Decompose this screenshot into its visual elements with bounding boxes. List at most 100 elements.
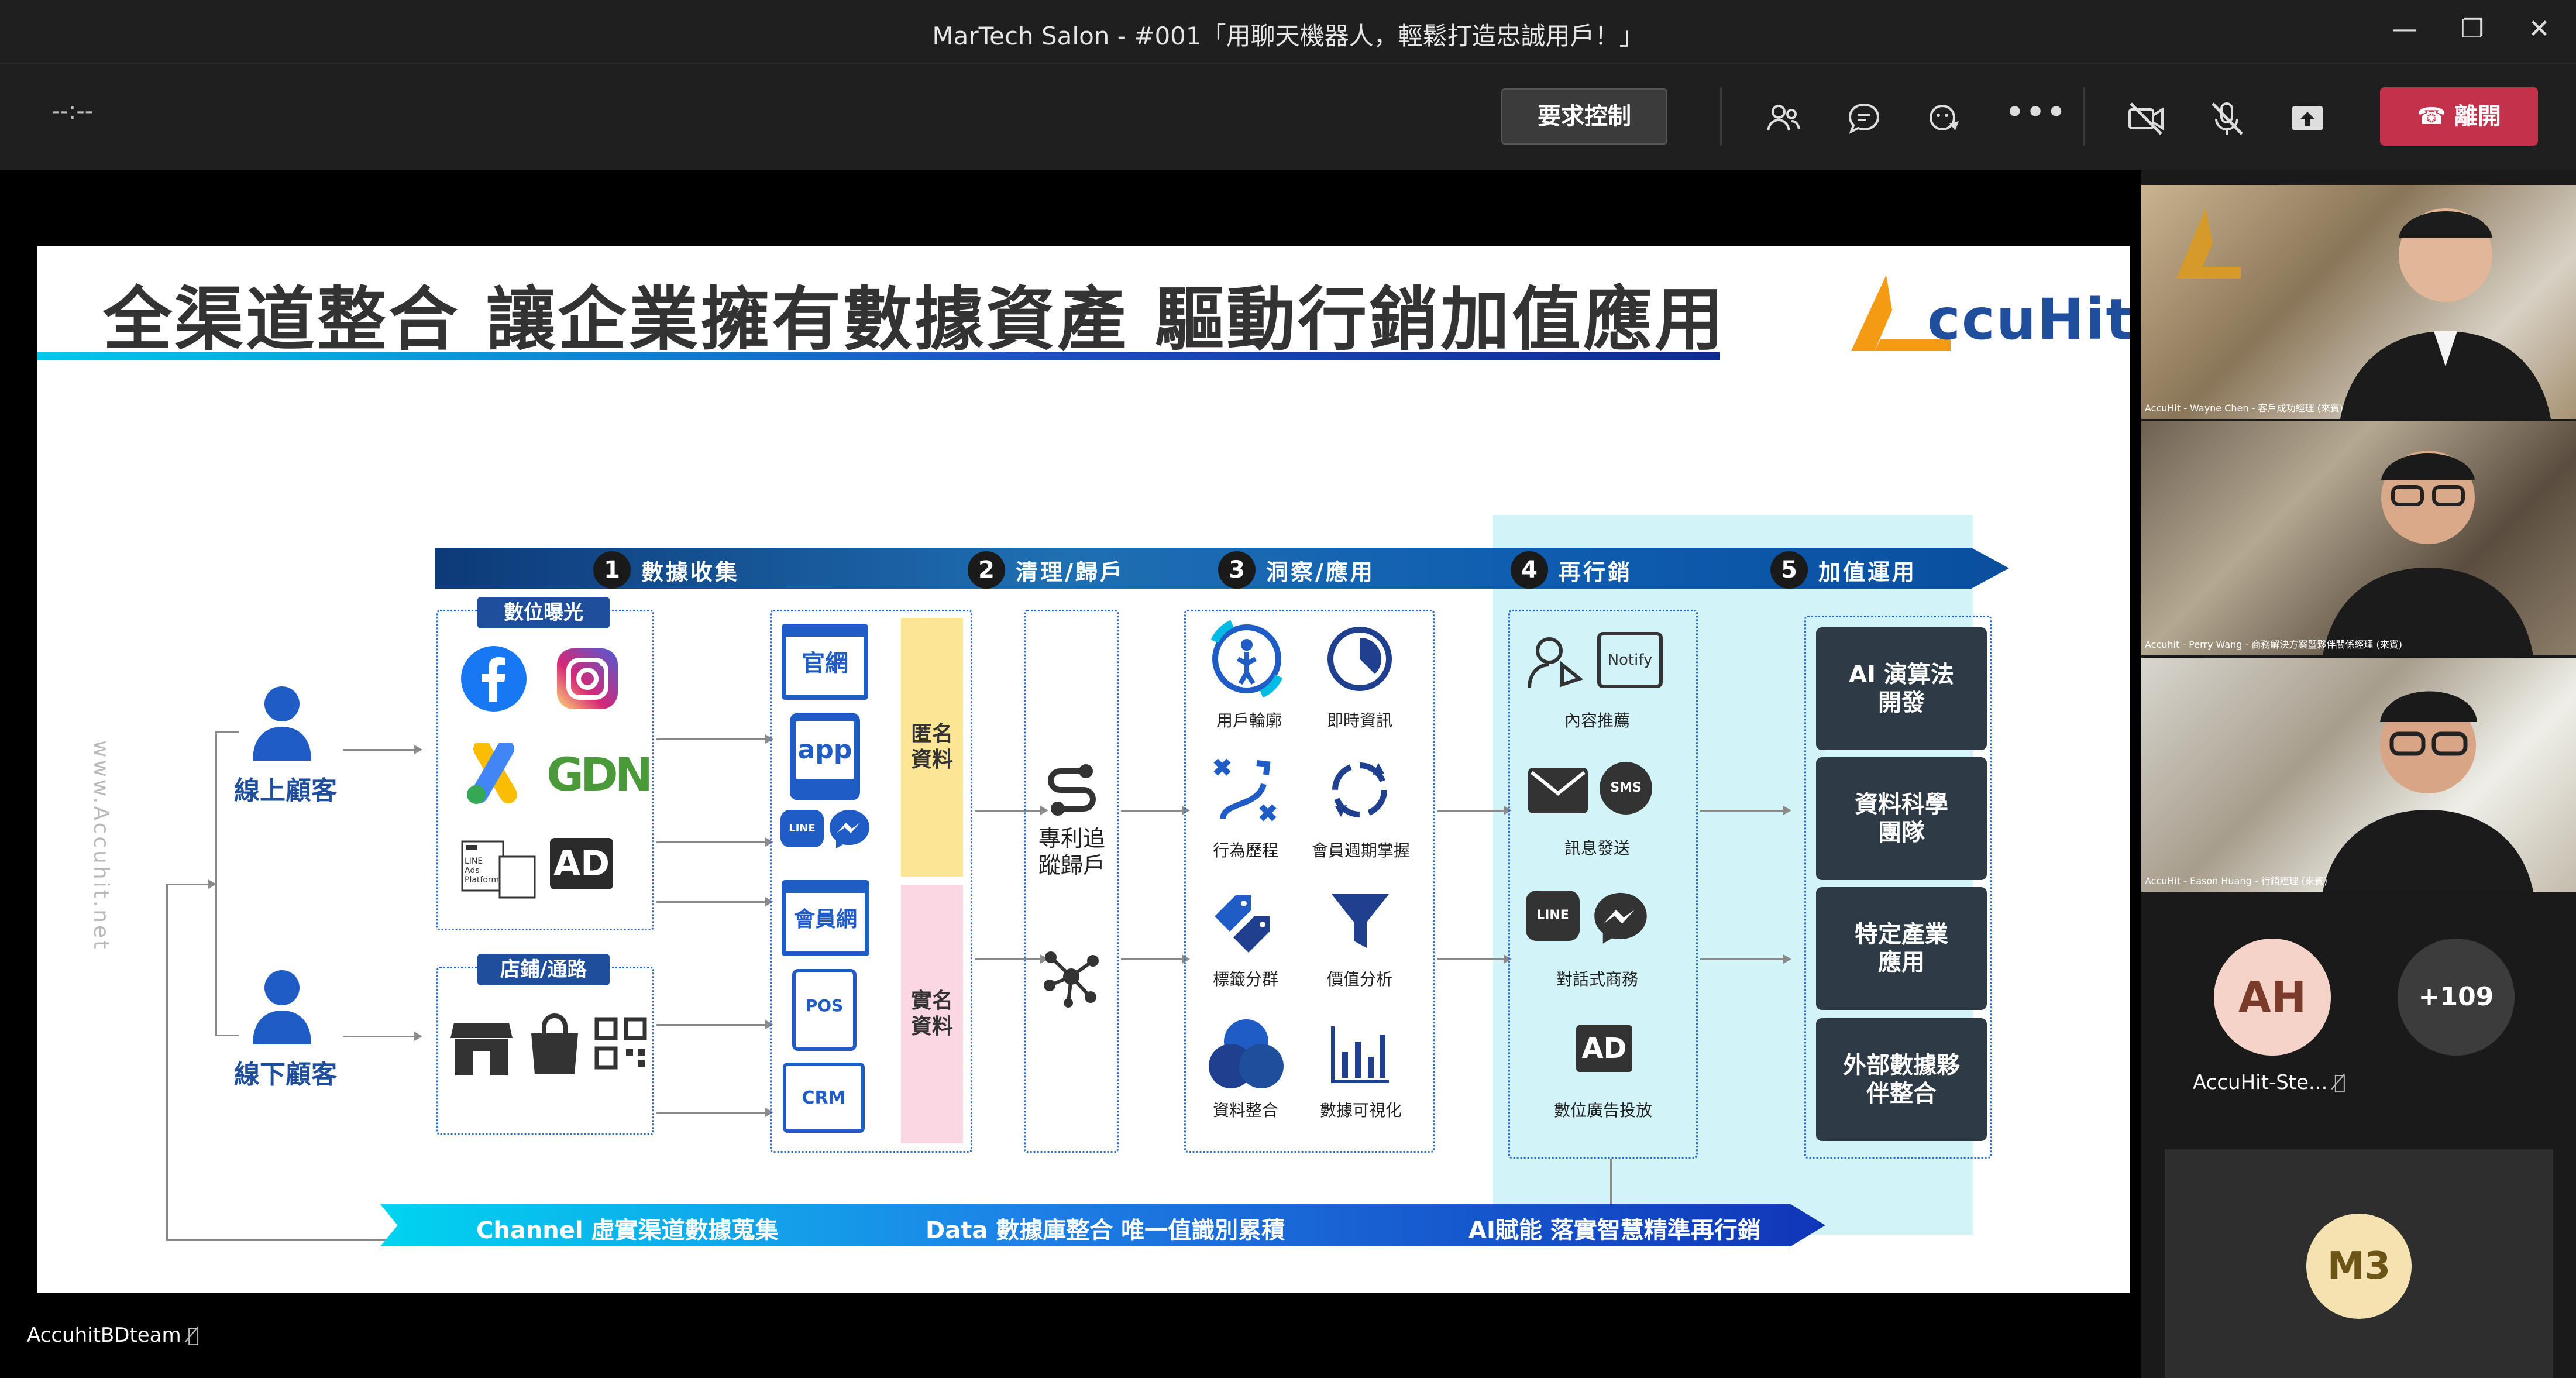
more-icon[interactable]: •••	[2004, 95, 2066, 140]
teams-meeting-window: { "window": { "title": "MarTech Salon - …	[0, 0, 2576, 1378]
messenger-icon	[830, 810, 869, 848]
value-added-item: AI 演算法 開發	[1816, 627, 1987, 750]
toolbar-divider	[1720, 87, 1722, 146]
participant-video[interactable]: Accuhit - Perry Wang - 商務解決方案暨夥伴關係經理 (來賓…	[2141, 421, 2576, 655]
meeting-timer: --:--	[51, 98, 94, 125]
remarketing-label: 對話式商務	[1556, 970, 1638, 989]
merge-icon	[1209, 1019, 1284, 1088]
step-2: 2 清理/歸戶	[968, 551, 1124, 589]
instagram-icon	[557, 648, 618, 709]
more-participants-button[interactable]: +109	[2398, 939, 2515, 1056]
step-5: 5 加值運用	[1770, 551, 1917, 589]
line-ads-text: LINE Ads Platform	[465, 857, 500, 885]
step-number: 3	[1218, 551, 1256, 589]
bar-chart-icon	[1331, 1026, 1389, 1083]
step-label: 加值運用	[1818, 559, 1917, 585]
pos-icon: POS	[792, 969, 857, 1051]
title-underline	[37, 352, 1720, 360]
anonymous-data-label: 匿名資料	[910, 722, 953, 772]
facebook-icon	[461, 646, 527, 712]
logo-text: ccuHit	[1927, 287, 2130, 352]
user-profile-icon	[1210, 620, 1283, 698]
mic-off-icon: 🎙̸	[187, 1324, 200, 1347]
google-ads-icon	[467, 743, 517, 804]
funnel-icon	[1332, 894, 1389, 948]
bottom-data-text: Data 數據庫整合 唯一值識別累積	[926, 1217, 1285, 1244]
insight-label: 標籤分群	[1212, 970, 1278, 989]
participant-caption: AccuHit - Wayne Chen - 客戶成功經理 (來賓)	[2145, 403, 2344, 414]
bottom-channel-text: Channel 虛實渠道數據蒐集	[476, 1217, 779, 1244]
participant-video[interactable]: AccuHit - Eason Huang - 行銷經理 (來賓)	[2141, 658, 2576, 892]
share-icon[interactable]	[2286, 98, 2329, 140]
value-added-item: 特定產業 應用	[1816, 887, 1987, 1010]
insight-label: 數據可視化	[1319, 1101, 1402, 1120]
meeting-toolbar: --:-- 要求控制 ••• ☎ 離開	[0, 63, 2576, 168]
website-icon: 官網	[782, 624, 868, 700]
online-customer-label: 線上顧客	[234, 776, 337, 806]
leave-button[interactable]: ☎ 離開	[2380, 87, 2538, 146]
step-3: 3 洞察/應用	[1218, 551, 1375, 589]
participant-caption: AccuHit - Eason Huang - 行銷經理 (來賓)	[2145, 875, 2328, 886]
step-number: 5	[1770, 551, 1808, 589]
step-number: 1	[593, 551, 631, 589]
line-icon: LINE	[780, 810, 824, 847]
connector-arrow	[656, 897, 773, 906]
remarketing-label: 訊息發送	[1564, 839, 1630, 858]
minimize-icon[interactable]: —	[2381, 12, 2428, 47]
recommend-icon	[1528, 637, 1584, 689]
avatar[interactable]: AH	[2214, 939, 2331, 1056]
app-icon: app	[790, 713, 860, 800]
crm-icon: CRM	[783, 1063, 865, 1133]
toolbar-divider	[2083, 87, 2085, 146]
step-number: 2	[968, 551, 1005, 589]
insight-label: 價值分析	[1326, 970, 1392, 989]
mic-off-icon[interactable]	[2206, 98, 2248, 140]
connector-arrow	[343, 1032, 422, 1041]
reactions-icon[interactable]	[1924, 98, 1966, 140]
bottom-ai-text: AI賦能 落實智慧精準再行銷	[1468, 1217, 1761, 1244]
ad-icon: AD	[1576, 1025, 1632, 1072]
slide-title: 全渠道整合 讓企業擁有數據資產 驅動行銷加值應用	[103, 279, 1726, 360]
request-control-button[interactable]: 要求控制	[1501, 88, 1667, 145]
real-name-data-bar: 實名資料	[901, 885, 963, 1143]
participant-video[interactable]: AccuHit - Wayne Chen - 客戶成功經理 (來賓)	[2141, 185, 2576, 419]
cleanse-box	[1024, 610, 1119, 1153]
step-label: 再行銷	[1559, 559, 1633, 585]
connector-arrow	[656, 734, 773, 744]
online-customer-icon	[253, 686, 311, 761]
offline-customer-label: 線下顧客	[234, 1060, 337, 1090]
store-tag: 店鋪/通路	[477, 954, 610, 985]
chat-icon[interactable]	[1843, 98, 1885, 140]
journey-icon	[1213, 758, 1277, 822]
participant-name-text: AccuHit-Ste...	[2193, 1071, 2328, 1094]
connector-arrow	[656, 837, 773, 847]
value-added-item: 外部數據夥 伴整合	[1816, 1018, 1987, 1141]
shopping-bag-icon	[531, 1013, 578, 1074]
participant-figure	[2323, 451, 2533, 655]
restore-icon[interactable]: ❐	[2449, 12, 2496, 47]
step-number: 4	[1511, 551, 1548, 589]
insight-label: 用戶輪廓	[1216, 711, 1282, 730]
connector-arrow	[656, 1108, 773, 1117]
cycle-icon	[1332, 762, 1387, 817]
participant-name: AccuHit-Ste... 🎙̸	[2193, 1071, 2346, 1094]
remarketing-label: 數位廣告投放	[1553, 1101, 1652, 1120]
participant-caption: Accuhit - Perry Wang - 商務解決方案暨夥伴關係經理 (來賓…	[2145, 639, 2402, 650]
step-4: 4 再行銷	[1511, 551, 1633, 589]
shared-slide: 全渠道整合 讓企業擁有數據資產 驅動行銷加值應用 ccuHit www.Accu…	[37, 246, 2130, 1293]
connector-arrow	[1121, 806, 1190, 815]
camera-off-icon[interactable]	[2125, 98, 2167, 140]
close-icon[interactable]: ✕	[2516, 12, 2563, 47]
leave-label: 離開	[2454, 103, 2501, 130]
step-label: 清理/歸戶	[1016, 559, 1124, 585]
participants-icon[interactable]	[1762, 98, 1804, 140]
mic-off-icon: 🎙̸	[2334, 1071, 2346, 1094]
participant-tile[interactable]: M3	[2165, 1149, 2553, 1378]
connector-arrow	[1437, 954, 1512, 964]
connector-arrow	[1121, 954, 1190, 964]
step-label: 洞察/應用	[1266, 559, 1375, 585]
remarketing-label: 內容推薦	[1564, 711, 1630, 730]
gdn-icon: GDN	[546, 749, 653, 802]
remarketing-box	[1508, 610, 1698, 1159]
insight-label: 行為歷程	[1212, 841, 1278, 860]
